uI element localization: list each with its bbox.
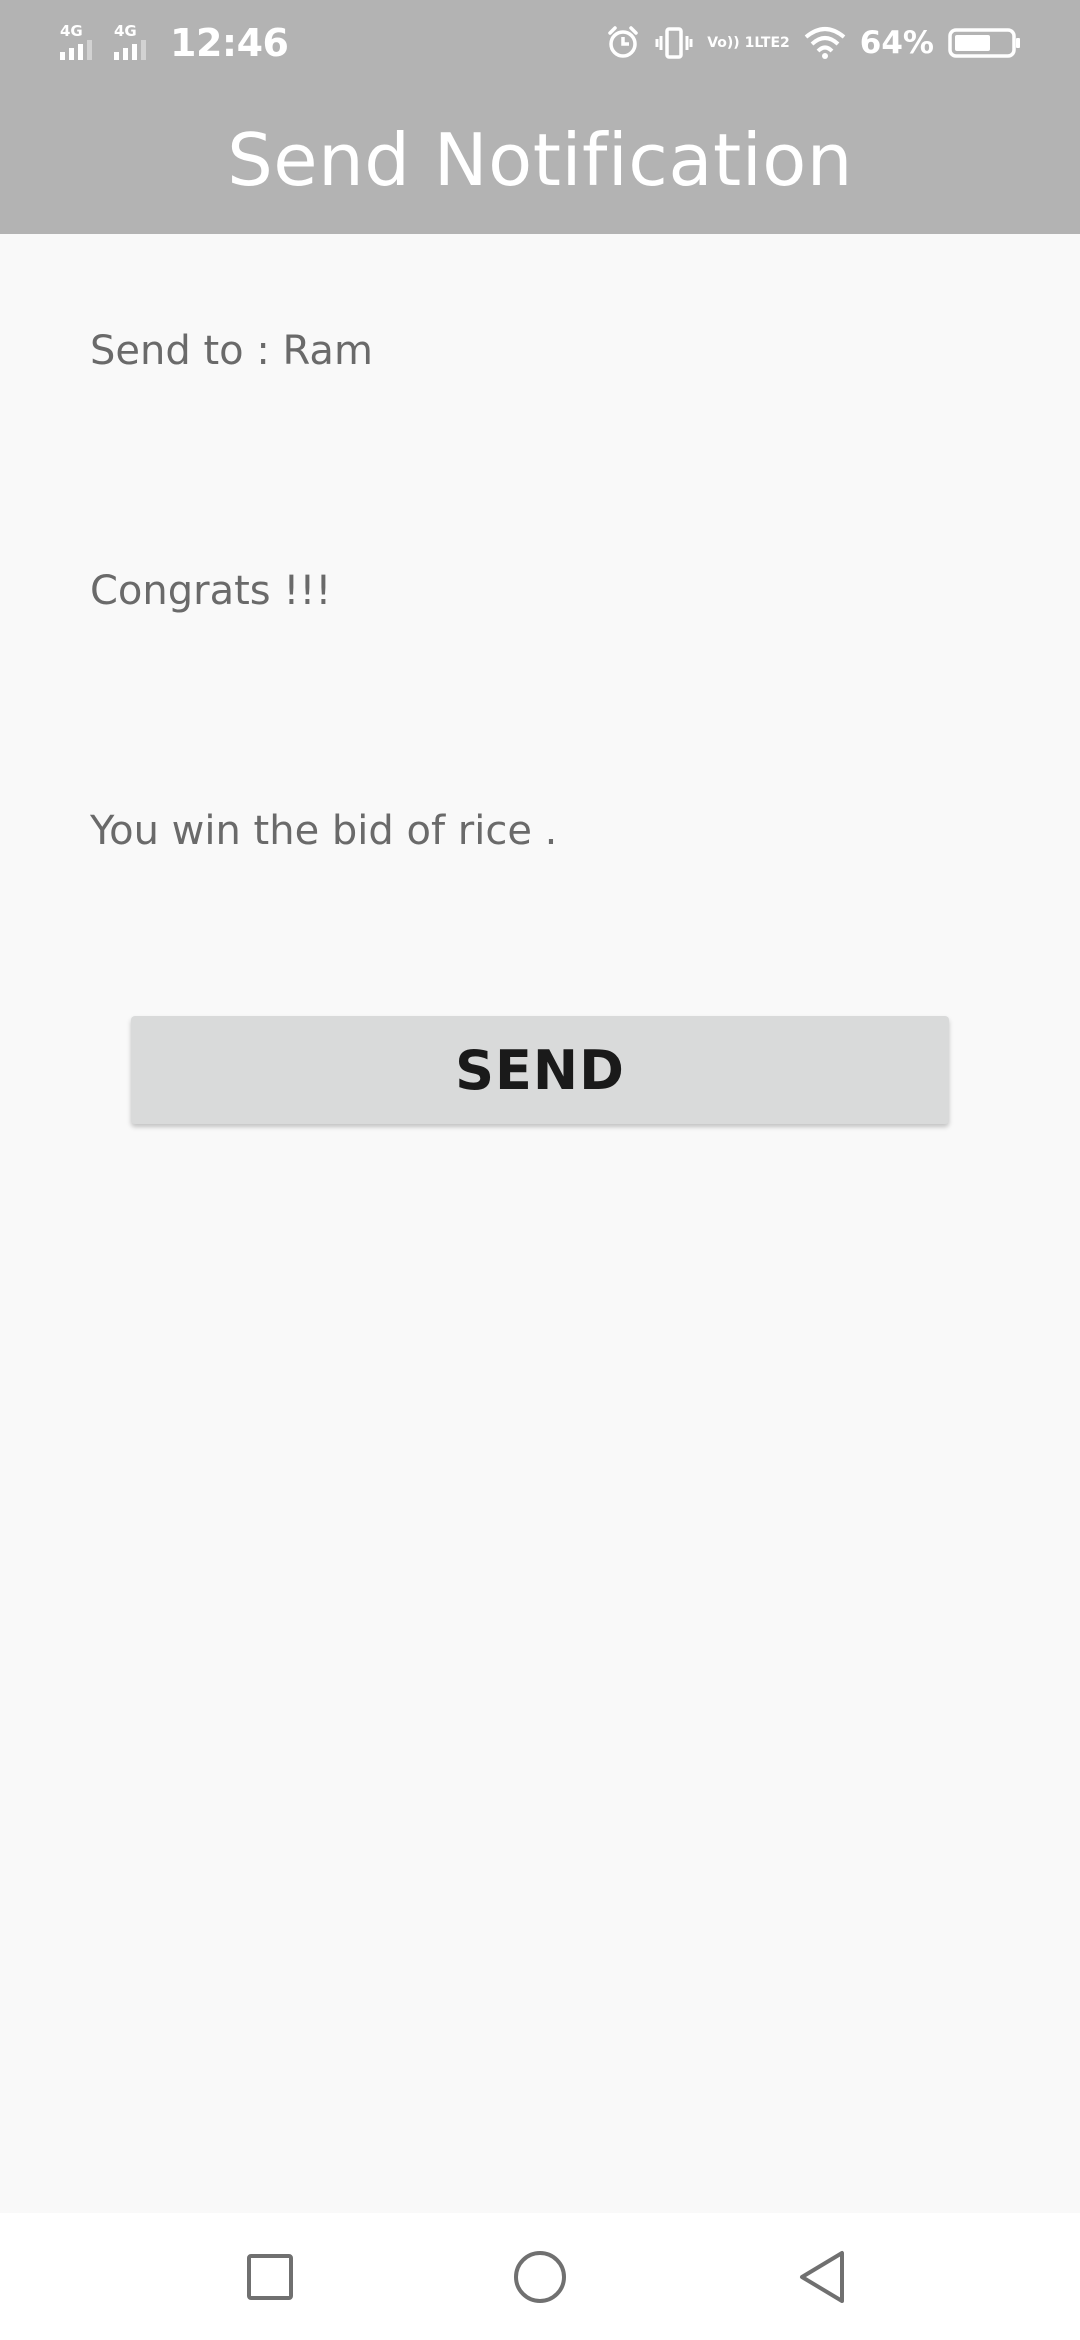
- volte-icon: Vo)) 1 LTE2: [707, 34, 790, 51]
- recents-icon[interactable]: [230, 2237, 310, 2317]
- screen: 4G 4G 12:46 Vo)) 1 LTE2 64% Send Notific…: [0, 0, 1080, 2340]
- signal-icon: 4G: [112, 20, 156, 66]
- volte-top-label: Vo)) 1: [707, 34, 755, 51]
- page-title: Send Notification: [227, 118, 853, 202]
- message-text: You win the bid of rice .: [90, 808, 558, 854]
- status-bar-right: Vo)) 1 LTE2 64%: [591, 18, 1022, 68]
- recipient-text: Send to : Ram: [90, 328, 373, 374]
- wifi-icon: [804, 26, 846, 60]
- back-icon[interactable]: [782, 2237, 862, 2317]
- battery-percent: 64%: [859, 25, 934, 61]
- sim1-network-label: 4G: [60, 22, 83, 40]
- subject-text: Congrats !!!: [90, 568, 332, 614]
- status-bar: 4G 4G 12:46 Vo)) 1 LTE2 64%: [0, 0, 1080, 86]
- vibrate-icon: [655, 25, 693, 61]
- battery-icon: [948, 26, 1022, 60]
- app-bar: Send Notification: [0, 86, 1080, 234]
- volte-bottom-label: LTE2: [754, 34, 790, 51]
- signal-icon: 4G: [58, 20, 102, 66]
- send-button[interactable]: SEND: [131, 1016, 949, 1124]
- navigation-bar: [0, 2213, 1080, 2340]
- status-bar-left: 4G 4G 12:46: [58, 18, 289, 68]
- sim2-network-label: 4G: [114, 22, 137, 40]
- alarm-icon: [605, 25, 641, 61]
- home-icon[interactable]: [500, 2237, 580, 2317]
- clock: 12:46: [170, 21, 289, 65]
